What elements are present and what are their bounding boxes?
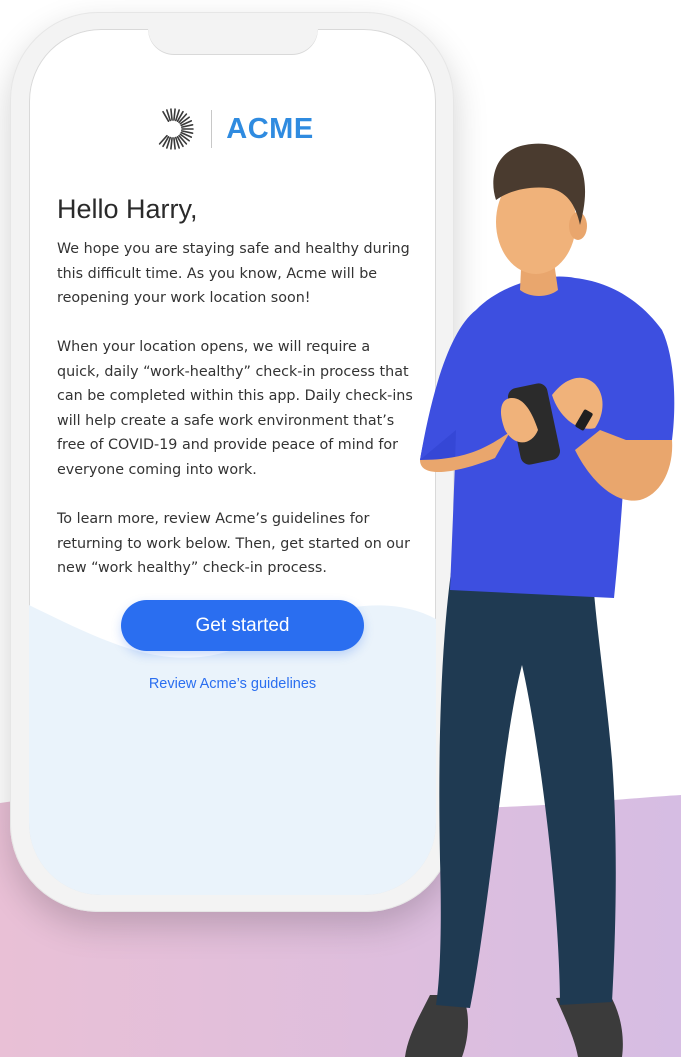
get-started-button[interactable]: Get started xyxy=(121,600,364,651)
intro-paragraph: We hope you are staying safe and healthy… xyxy=(57,241,410,306)
guidelines-paragraph: To learn more, review Acme’s guidelines … xyxy=(57,511,410,576)
brand-logo: ACME xyxy=(29,99,436,159)
illustration-stage: ACME Hello Harry, We hope you are stayin… xyxy=(0,0,681,1057)
greeting-heading: Hello Harry, xyxy=(57,194,198,224)
review-guidelines-link[interactable]: Review Acme’s guidelines xyxy=(29,676,436,692)
phone-notch xyxy=(147,29,318,54)
logo-divider xyxy=(211,110,213,148)
brand-name: ACME xyxy=(226,112,314,145)
checkin-paragraph: When your location opens, we will requir… xyxy=(57,339,413,478)
sunburst-logo-icon xyxy=(159,108,195,150)
phone-screen: ACME Hello Harry, We hope you are stayin… xyxy=(29,29,436,895)
phone-frame: ACME Hello Harry, We hope you are stayin… xyxy=(10,12,454,912)
